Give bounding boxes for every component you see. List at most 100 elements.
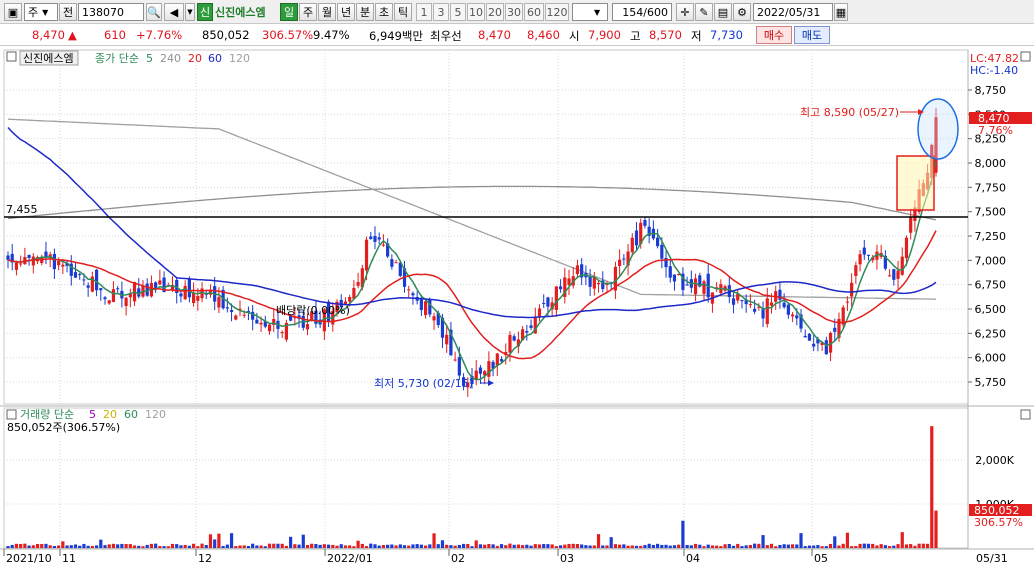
candle-body [259, 322, 263, 325]
volume-bar [234, 546, 238, 548]
gear-icon[interactable]: ⚙ [733, 3, 751, 21]
volume-bar [609, 537, 613, 548]
volume-bar [6, 546, 10, 548]
volume-bar [280, 543, 284, 548]
num-120[interactable]: 120 [545, 3, 569, 21]
open-label: 시 [569, 29, 580, 43]
volume-bar [415, 544, 419, 548]
volume-bar [208, 534, 213, 548]
candle-body [900, 256, 904, 275]
volume-bar [934, 510, 938, 548]
num-10[interactable]: 10 [467, 3, 485, 21]
sound-icon[interactable]: ◀ [164, 3, 184, 21]
volume-bar [504, 545, 508, 548]
tab-minute[interactable]: 분 [356, 3, 374, 21]
tools-icon[interactable]: ✎ [695, 3, 713, 21]
volume-bar [170, 543, 175, 548]
period-select[interactable]: 주 ▼ [24, 3, 58, 21]
volume-bar [310, 543, 314, 548]
tab-second[interactable]: 초 [375, 3, 393, 21]
high-ellipse [917, 98, 959, 160]
candle-body [445, 334, 449, 345]
candle-body [525, 331, 529, 333]
price-pane-menu-icon[interactable] [1020, 51, 1031, 62]
legend-ma20: 20 [188, 52, 202, 65]
volume-bar [474, 540, 478, 548]
num-60[interactable]: 60 [524, 3, 544, 21]
buy-button[interactable]: 매수 [756, 26, 792, 44]
volume-bar [858, 543, 862, 548]
custom-period-select[interactable]: ▼ [572, 3, 608, 21]
change-value: 610 [104, 28, 126, 42]
candle-body [453, 359, 457, 361]
candle-body [660, 244, 664, 259]
num-30[interactable]: 30 [505, 3, 523, 21]
candle-body [411, 293, 415, 296]
volume-bar [297, 544, 301, 548]
tab-month[interactable]: 월 [318, 3, 336, 21]
volume-bar [828, 543, 833, 548]
num-20[interactable]: 20 [486, 3, 504, 21]
chart-menu-icon[interactable]: ▣ [4, 3, 22, 21]
candle-body [432, 316, 436, 321]
volume-bar [453, 545, 457, 548]
candle-body [643, 220, 647, 226]
hc-value: HC:-1.40 [970, 64, 1018, 77]
vol-pane-menu-icon[interactable] [1020, 409, 1031, 420]
candle-body [99, 288, 103, 291]
candle-body [542, 303, 546, 305]
volume-bar [575, 543, 580, 548]
volume-bar [930, 426, 934, 548]
volume-bar [563, 544, 567, 548]
dropdown-icon[interactable]: ▼ [185, 3, 195, 21]
volume-bar [402, 545, 407, 548]
num-3[interactable]: 3 [433, 3, 449, 21]
tab-tick[interactable]: 틱 [394, 3, 412, 21]
vol-legend-ma5: 5 [89, 408, 96, 421]
price-chart[interactable]: 8,7508,5008,2508,0007,7507,5007,2507,000… [0, 46, 1034, 568]
sell-button[interactable]: 매도 [794, 26, 830, 44]
volume-bar [466, 544, 470, 548]
volume-bar [896, 544, 900, 548]
search-icon[interactable]: 🔍 [146, 3, 162, 21]
current-price: 8,470 [32, 28, 65, 42]
tab-day[interactable]: 일 [280, 3, 298, 21]
volume-bar [48, 545, 52, 548]
date-field[interactable]: 2022/05/31 [753, 3, 833, 21]
crosshair-icon[interactable]: ✛ [676, 3, 694, 21]
candle-body [424, 301, 428, 316]
stock-code-input[interactable]: 138070 [78, 3, 144, 21]
candle-body [769, 302, 774, 306]
low-label: 저 [691, 29, 702, 43]
volume-bar [580, 544, 584, 548]
x-axis-label: 03 [560, 552, 574, 565]
volume-bar [875, 545, 879, 548]
tab-week[interactable]: 주 [299, 3, 317, 21]
volume-bar [499, 544, 504, 548]
num-5[interactable]: 5 [450, 3, 466, 21]
x-axis-label: 02 [451, 552, 465, 565]
count-field[interactable]: 154/600 [612, 3, 672, 21]
candle-body [596, 282, 601, 285]
volume-bar [634, 545, 639, 548]
num-1[interactable]: 1 [416, 3, 432, 21]
x-axis-label: 2022/01 [327, 552, 373, 565]
high-price: 8,570 [649, 28, 682, 42]
volume-bar [192, 543, 196, 548]
volume-bar [369, 543, 373, 548]
prev-button[interactable]: 전 [59, 3, 77, 21]
price-tick-label: 7,250 [975, 230, 1007, 243]
volume-bar [765, 545, 769, 548]
volume-bar [390, 544, 394, 548]
volume-bar [86, 545, 90, 548]
volume-bar [335, 545, 339, 548]
save-icon[interactable]: ▤ [714, 3, 732, 21]
calendar-icon[interactable]: ▦ [834, 3, 848, 21]
volume-bar [407, 545, 411, 548]
volume-bar [305, 545, 310, 548]
tab-year[interactable]: 년 [337, 3, 355, 21]
candle-body [554, 286, 558, 310]
candle-body [478, 367, 483, 374]
volume-bar [386, 544, 390, 548]
candle-body [407, 289, 411, 291]
